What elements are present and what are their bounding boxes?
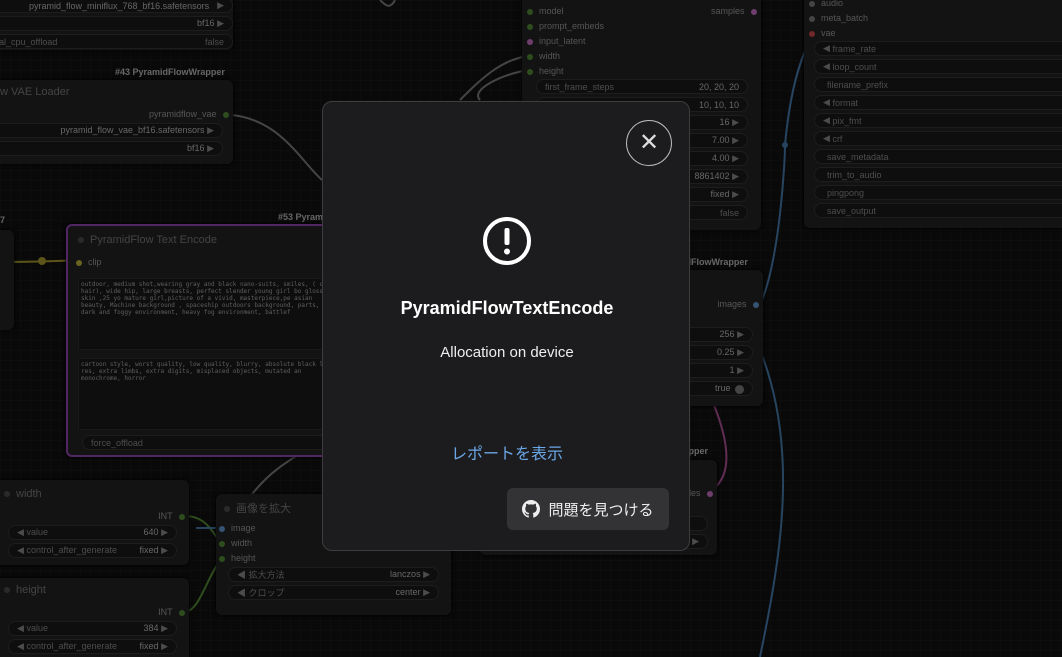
dialog-message: Allocation on device — [440, 344, 574, 361]
show-report-link[interactable]: レポートを表示 — [323, 440, 691, 464]
exclamation-circle-icon — [483, 217, 531, 265]
close-button[interactable]: ✕ — [626, 120, 672, 166]
dialog-title: PyramidFlowTextEncode — [400, 298, 614, 318]
close-icon: ✕ — [638, 129, 660, 156]
error-dialog: ✕ PyramidFlowTextEncode Allocation on de… — [322, 101, 690, 551]
find-issue-label: 問題を見つける — [548, 501, 654, 519]
github-icon — [522, 500, 541, 518]
find-issue-button[interactable]: 問題を見つける — [507, 488, 669, 530]
